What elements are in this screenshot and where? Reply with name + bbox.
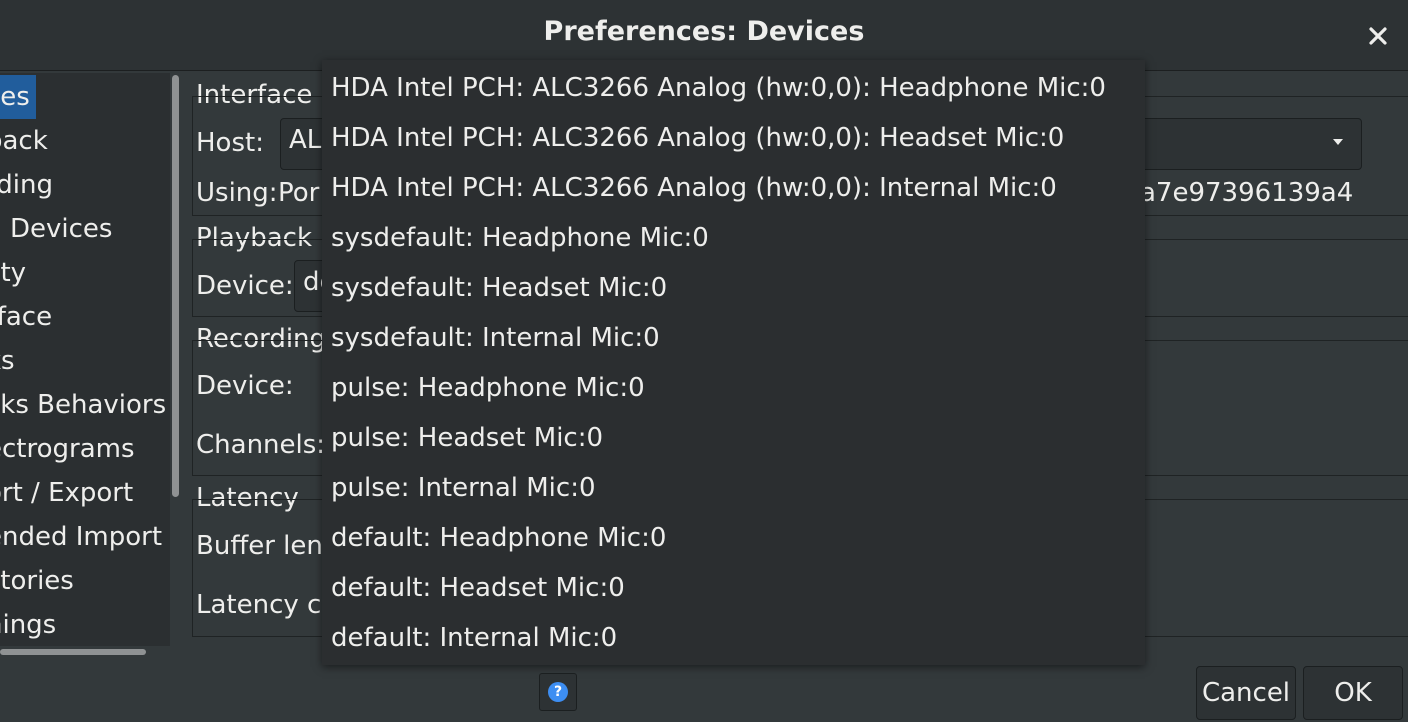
using-value: Por [278,178,320,208]
cancel-button[interactable]: Cancel [1196,666,1296,720]
ok-button[interactable]: OK [1303,666,1403,720]
buffer-length-label: Buffer len [196,531,323,561]
sidebar-item-tracks-behaviors[interactable]: cks Behaviors [0,383,166,427]
dropdown-option[interactable]: HDA Intel PCH: ALC3266 Analog (hw:0,0): … [331,113,1064,163]
dropdown-option[interactable]: pulse: Internal Mic:0 [331,463,596,513]
dropdown-option[interactable]: sysdefault: Headset Mic:0 [331,263,667,313]
sidebar-item-devices[interactable]: ces [0,75,36,119]
recording-device-dropdown[interactable]: HDA Intel PCH: ALC3266 Analog (hw:0,0): … [322,60,1145,665]
host-label: Host: [196,128,264,158]
sidebar-item-midi-devices[interactable]: Devices [10,207,112,251]
dropdown-option[interactable]: sysdefault: Internal Mic:0 [331,313,660,363]
sidebar-item-extended-import[interactable]: ended Import [0,515,162,559]
dropdown-option[interactable]: pulse: Headset Mic:0 [331,413,603,463]
sidebar-vertical-scrollbar[interactable] [172,75,179,497]
dropdown-option[interactable]: HDA Intel PCH: ALC3266 Analog (hw:0,0): … [331,163,1057,213]
sidebar-item-directories[interactable]: ctories [0,559,74,603]
dropdown-option[interactable]: default: Internal Mic:0 [331,613,617,663]
help-icon: ? [548,682,568,702]
help-button[interactable]: ? [539,673,577,711]
latency-compensation-label: Latency co [196,590,338,620]
chevron-down-icon [1333,139,1343,145]
recording-device-label: Device: [196,371,294,401]
close-icon [1369,27,1387,45]
window-title: Preferences: Devices [543,16,865,47]
sidebar-item-quality[interactable]: lity [0,251,26,295]
sidebar-item-warnings[interactable]: nings [0,603,56,646]
dropdown-option[interactable]: default: Headphone Mic:0 [331,513,666,563]
sidebar-item-spectrograms[interactable]: ectrograms [0,427,135,471]
dropdown-option[interactable]: default: Headset Mic:0 [331,563,625,613]
dropdown-option[interactable]: pulse: Headphone Mic:0 [331,363,645,413]
dropdown-option[interactable]: sysdefault: Headphone Mic:0 [331,213,709,263]
sidebar-item-import-export[interactable]: ort / Export [0,471,133,515]
sidebar-item-interface[interactable]: rface [0,295,52,339]
sidebar-item-playback[interactable]: back [0,119,48,163]
dropdown-option[interactable]: HDA Intel PCH: ALC3266 Analog (hw:0,0): … [331,63,1106,113]
sidebar-item-recording[interactable]: rding [0,163,53,207]
playback-device-label: Device: [196,271,294,301]
sidebar-item-tracks[interactable]: ks [0,339,15,383]
channels-label: Channels: [196,430,326,460]
close-button[interactable] [1358,16,1398,56]
using-label: Using: [196,178,278,208]
using-value-tail: a7e97396139a4 [1140,178,1354,208]
category-sidebar[interactable]: ces back rding Devices lity rface ks cks… [0,73,170,646]
sidebar-horizontal-scrollbar[interactable] [0,649,146,655]
